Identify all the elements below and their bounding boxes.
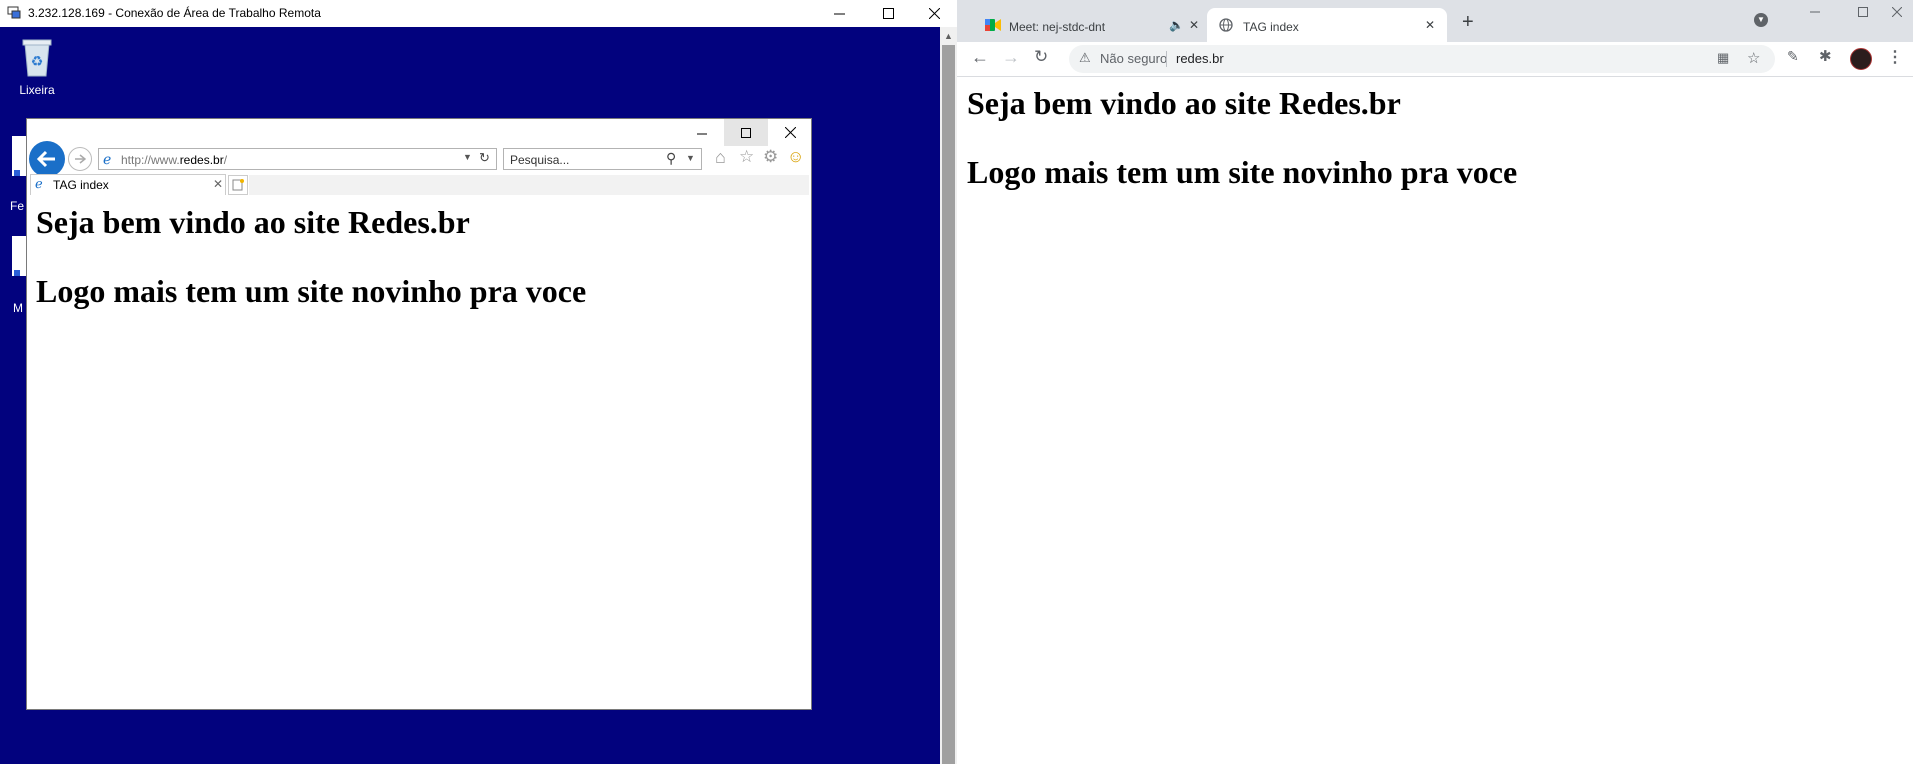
rdp-close-button[interactable] <box>911 0 957 27</box>
shortcut-icon <box>14 270 20 276</box>
rdp-maximize-button[interactable] <box>865 0 911 27</box>
new-tab-icon <box>232 179 244 191</box>
ie-logo-icon: ℯ <box>103 151 112 167</box>
maximize-icon <box>741 127 751 138</box>
ie-close-button[interactable] <box>768 119 812 146</box>
ie-page-content: Seja bem vindo ao site Redes.br Logo mai… <box>36 204 586 310</box>
shortcut-icon <box>14 170 20 176</box>
search-icon[interactable]: ⚲ <box>666 150 676 167</box>
chrome-minimize-button[interactable] <box>1797 2 1833 22</box>
smiley-feedback-icon[interactable]: ☺ <box>787 147 804 167</box>
ie-search-box[interactable]: Pesquisa... ⚲ ▼ <box>503 148 702 170</box>
google-meet-icon <box>985 19 1001 31</box>
new-tab-plus-icon[interactable]: + <box>1462 11 1474 34</box>
qr-code-icon[interactable]: ▦ <box>1717 50 1729 66</box>
back-arrow-icon <box>37 150 55 168</box>
rdp-vertical-scrollbar[interactable]: ▲ <box>940 27 957 764</box>
chrome-page-content: Seja bem vindo ao site Redes.br Logo mai… <box>967 85 1517 191</box>
maximize-icon <box>1858 7 1868 17</box>
ie-address-suffix: / <box>223 153 228 167</box>
minimize-icon <box>833 13 845 15</box>
ie-forward-button[interactable] <box>68 147 92 171</box>
chrome-close-button[interactable] <box>1881 2 1913 22</box>
ie-address-domain: redes.br <box>179 153 224 167</box>
maximize-icon <box>882 8 894 19</box>
chevron-down-icon[interactable]: ▼ <box>686 153 695 163</box>
close-icon[interactable]: ✕ <box>1189 18 1199 32</box>
chrome-toolbar: ← → ↻ ⚠ Não seguro redes.br ▦ ☆ ✎ ✱ ⋮ <box>957 42 1913 77</box>
ie-page-heading-2: Logo mais tem um site novinho pra voce <box>36 273 587 309</box>
refresh-icon[interactable]: ↻ <box>479 150 490 166</box>
reload-icon[interactable]: ↻ <box>1034 47 1048 67</box>
minimize-icon <box>697 133 707 134</box>
chrome-tab-meet[interactable]: Meet: nej-stdc-dnt 🔈 ✕ <box>963 8 1203 42</box>
security-label[interactable]: Não seguro <box>1100 51 1167 66</box>
ie-back-button[interactable] <box>29 141 65 177</box>
chrome-page-heading-2: Logo mais tem um site novinho pra voce <box>967 154 1518 190</box>
back-arrow-icon[interactable]: ← <box>971 47 989 68</box>
kebab-menu-icon[interactable]: ⋮ <box>1887 47 1903 67</box>
ie-minimize-button[interactable] <box>680 119 724 146</box>
home-icon[interactable]: ⌂ <box>715 147 726 168</box>
svg-text:♻: ♻ <box>31 53 44 69</box>
globe-icon <box>1219 18 1233 32</box>
gear-icon[interactable]: ⚙ <box>763 147 778 167</box>
tab-search-icon[interactable]: ▼ <box>1754 13 1768 27</box>
close-icon <box>1892 7 1902 17</box>
ie-browser-window: ℯ http://www.redes.br/ ▼ ↻ Pesquisa... ⚲… <box>26 118 812 710</box>
desktop-icon-label: Fe <box>10 199 25 213</box>
chrome-tab-title: Meet: nej-stdc-dnt <box>1009 20 1106 34</box>
favorites-star-icon[interactable]: ☆ <box>739 147 754 167</box>
close-icon[interactable]: ✕ <box>1425 18 1435 32</box>
rdp-app-icon <box>7 6 21 19</box>
forward-arrow-icon[interactable]: → <box>1002 47 1020 68</box>
forward-arrow-icon <box>75 154 86 164</box>
ie-maximize-button[interactable] <box>724 119 768 146</box>
scrollbar-thumb[interactable] <box>942 45 955 764</box>
chrome-page-heading-1: Seja bem vindo ao site Redes.br <box>967 85 1401 121</box>
desktop-icon-recycle-bin[interactable]: ♻ Lixeira <box>12 34 62 97</box>
chrome-tab-strip: Meet: nej-stdc-dnt 🔈 ✕ TAG index ✕ + ▼ <box>957 0 1913 42</box>
puzzle-extensions-icon[interactable]: ✱ <box>1819 47 1832 65</box>
rdp-minimize-button[interactable] <box>816 0 862 27</box>
warning-triangle-icon[interactable]: ⚠ <box>1079 50 1091 66</box>
close-icon <box>928 8 940 19</box>
audio-speaker-icon[interactable]: 🔈 <box>1169 18 1184 32</box>
remote-desktop-window: 3.232.128.169 - Conexão de Área de Traba… <box>0 0 957 764</box>
recycle-bin-icon: ♻ <box>22 39 52 77</box>
rdp-title-bar[interactable]: 3.232.128.169 - Conexão de Área de Traba… <box>0 0 957 27</box>
ie-toolbar: ℯ http://www.redes.br/ ▼ ↻ Pesquisa... ⚲… <box>27 119 811 195</box>
ie-address-bar[interactable]: ℯ http://www.redes.br/ ▼ ↻ <box>98 148 497 170</box>
chrome-tab-title: TAG index <box>1243 20 1299 34</box>
ie-page-heading-1: Seja bem vindo ao site Redes.br <box>36 204 470 240</box>
profile-avatar[interactable] <box>1850 48 1872 70</box>
chrome-browser-window: Meet: nej-stdc-dnt 🔈 ✕ TAG index ✕ + ▼ ←… <box>957 0 1913 764</box>
ie-address-text: http://www.redes.br/ <box>121 153 227 167</box>
ie-tab-title: TAG index <box>53 178 109 192</box>
omnibox-divider <box>1166 51 1167 67</box>
scroll-up-icon[interactable]: ▲ <box>944 31 953 41</box>
chrome-tab-active[interactable]: TAG index ✕ <box>1207 8 1447 42</box>
chrome-omnibox[interactable]: ⚠ Não seguro redes.br ▦ ☆ <box>1069 45 1775 73</box>
eyedropper-extension-icon[interactable]: ✎ <box>1787 48 1799 65</box>
chevron-down-icon[interactable]: ▼ <box>463 152 472 162</box>
ie-new-tab-button[interactable] <box>228 175 248 195</box>
url-text[interactable]: redes.br <box>1176 51 1224 66</box>
chrome-maximize-button[interactable] <box>1845 2 1881 22</box>
desktop-icon-label: M <box>13 301 23 315</box>
close-icon[interactable]: ✕ <box>213 177 223 191</box>
ie-tab-active[interactable]: ℯ TAG index ✕ <box>30 174 226 195</box>
minimize-icon <box>1810 11 1820 13</box>
ie-tabbar-empty <box>249 175 809 195</box>
bookmark-star-icon[interactable]: ☆ <box>1747 49 1760 67</box>
ie-logo-icon: ℯ <box>35 176 43 191</box>
close-icon <box>784 127 796 138</box>
ie-address-prefix: http://www. <box>121 153 180 167</box>
rdp-title: 3.232.128.169 - Conexão de Área de Traba… <box>28 6 321 20</box>
ie-search-placeholder: Pesquisa... <box>510 153 570 167</box>
desktop-icon-label: Lixeira <box>19 83 55 97</box>
